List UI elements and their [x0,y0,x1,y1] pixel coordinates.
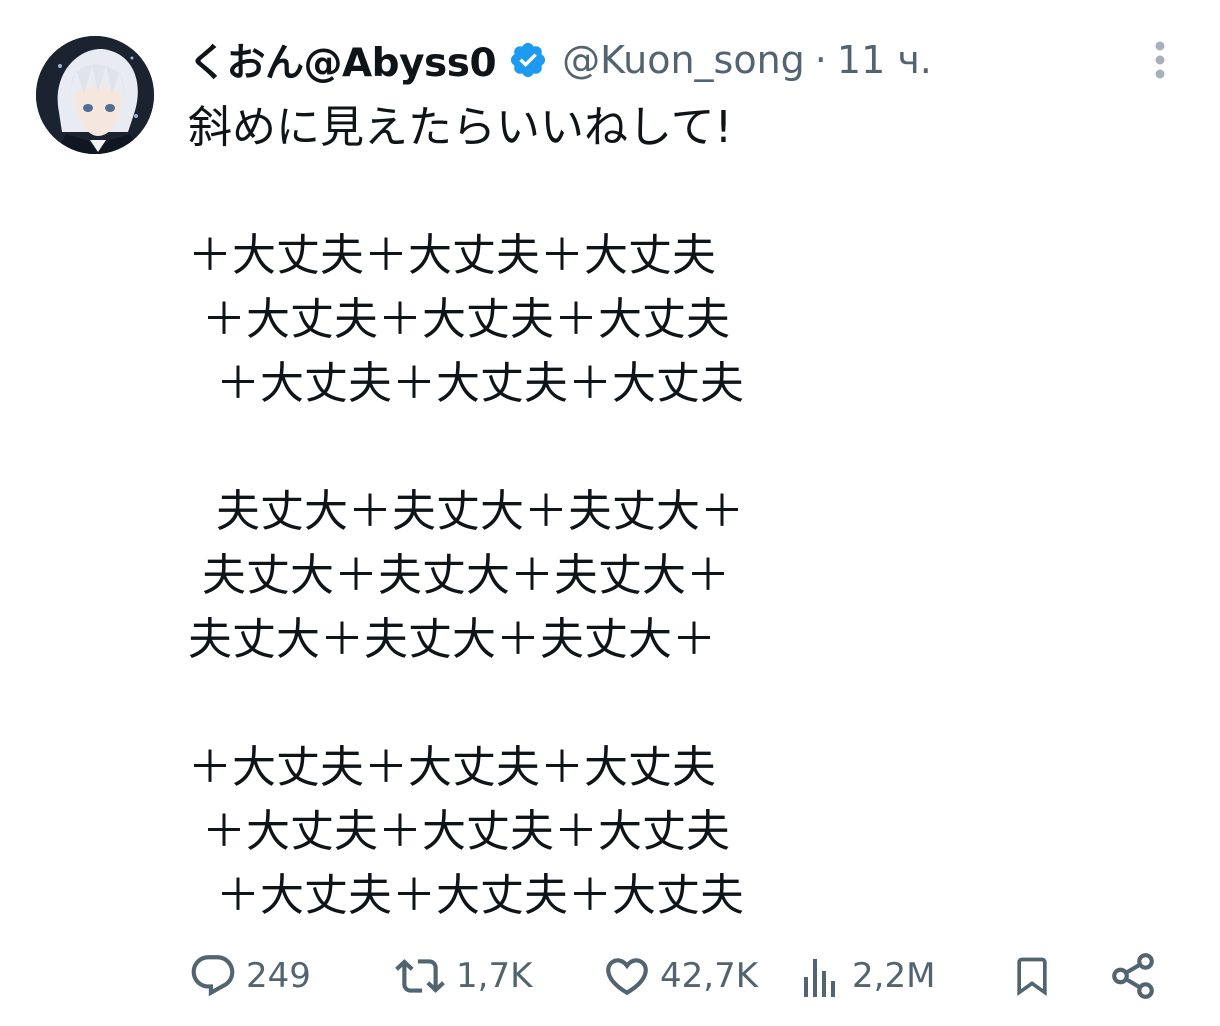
share-icon [1108,951,1158,1001]
bookmark-button[interactable] [1010,944,1054,1008]
reply-icon [188,951,238,1001]
views-chart-icon [800,951,844,1001]
views-button[interactable]: 2,2M [800,944,935,1008]
reply-button[interactable]: 249 [188,944,311,1008]
like-button[interactable]: 42,7K [602,944,758,1008]
more-vertical-icon[interactable] [1140,38,1180,82]
tweet-line: 夫丈大＋夫丈大＋夫丈大＋ [188,614,716,665]
retweet-count: 1,7K [456,956,533,996]
tweet-actions: 249 1,7K 42,7K 2,2M [188,944,1168,1008]
display-name[interactable]: くおん@Abyss0 [188,32,497,88]
tweet: くおん@Abyss0 @Kuon_song · 11 ч. 斜めに見えたらいいね… [0,0,1220,1026]
avatar[interactable] [36,36,154,154]
tweet-line: ＋大丈夫＋大丈夫＋大丈夫 [188,806,730,857]
tweet-line: 夫丈大＋夫丈大＋夫丈大＋ [188,550,730,601]
tweet-line [188,160,1188,224]
tweet-line: ＋大丈夫＋大丈夫＋大丈夫 [188,358,744,409]
bookmark-icon [1010,951,1054,1001]
retweet-button[interactable]: 1,7K [392,944,532,1008]
heart-icon [602,951,652,1001]
timestamp[interactable]: 11 ч. [837,38,932,82]
avatar-image [36,36,154,154]
tweet-line: 夫丈大＋夫丈大＋夫丈大＋ [188,486,744,537]
share-button[interactable] [1108,944,1158,1008]
handle[interactable]: @Kuon_song [562,38,805,82]
separator-dot: · [814,38,827,82]
views-count: 2,2M [852,956,936,996]
verified-badge-icon[interactable] [508,40,548,80]
retweet-icon [392,951,448,1001]
tweet-text: 斜めに見えたらいいねして! ＋大丈夫＋大丈夫＋大丈夫 ＋大丈夫＋大丈夫＋大丈夫 … [188,96,1188,928]
tweet-line [188,672,1188,736]
tweet-line [188,416,1188,480]
reply-count: 249 [246,956,311,996]
tweet-line: 斜めに見えたらいいねして! [188,102,733,153]
tweet-header: くおん@Abyss0 @Kuon_song · 11 ч. [188,30,932,90]
tweet-line: ＋大丈夫＋大丈夫＋大丈夫 [188,294,730,345]
tweet-line: ＋大丈夫＋大丈夫＋大丈夫 [188,230,716,281]
tweet-line: ＋大丈夫＋大丈夫＋大丈夫 [188,870,744,921]
like-count: 42,7K [660,956,758,996]
tweet-line: ＋大丈夫＋大丈夫＋大丈夫 [188,742,716,793]
